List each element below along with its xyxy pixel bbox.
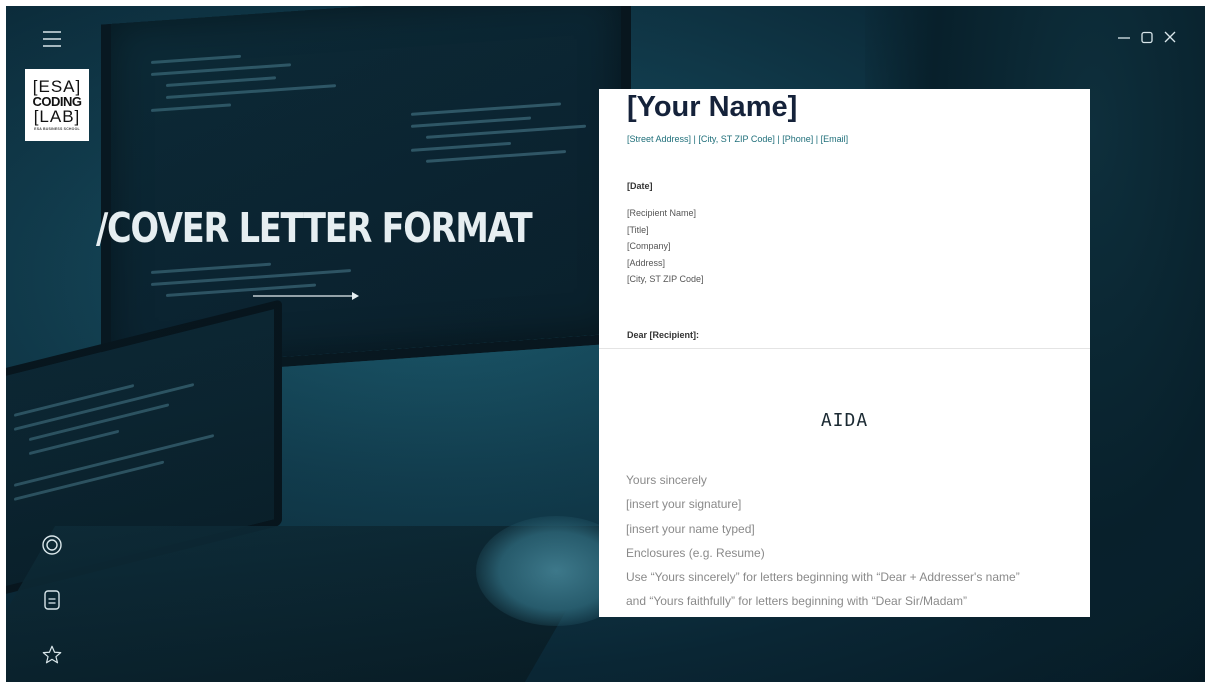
closing-line: and “Yours faithfully” for letters begin… (626, 594, 968, 609)
letter-divider (599, 348, 1090, 349)
recipient-name: [Recipient Name] (627, 208, 697, 218)
hamburger-menu-icon[interactable] (40, 28, 64, 50)
document-icon[interactable] (40, 588, 64, 612)
star-icon[interactable] (40, 643, 64, 667)
letter-salutation: Dear [Recipient]: (627, 330, 700, 340)
cover-letter-template: [Your Name] [Street Address] | [City, ST… (599, 89, 1090, 617)
slide-stage: [ESA] CODING [LAB] ESA BUSINESS SCHOOL /… (6, 6, 1205, 682)
page-title: /COVER LETTER FORMAT (96, 204, 533, 252)
recipient-city: [City, ST ZIP Code] (627, 274, 704, 284)
recipient-title: [Title] (627, 224, 649, 235)
recipient-company: [Company] (627, 241, 671, 251)
closing-line: [insert your name typed] (626, 521, 755, 536)
letter-recipient-block: [Recipient Name] [Title] [Company] [Addr… (627, 205, 704, 288)
close-icon[interactable] (1162, 29, 1178, 45)
target-icon[interactable] (40, 533, 64, 557)
letter-name: [Your Name] (627, 91, 798, 123)
arrow-right-icon (253, 289, 361, 307)
closing-line: Enclosures (e.g. Resume) (626, 545, 765, 560)
logo-line-esa: [ESA] (32, 77, 82, 97)
letter-date: [Date] (627, 181, 653, 191)
esa-coding-lab-logo: [ESA] CODING [LAB] ESA BUSINESS SCHOOL (25, 69, 89, 141)
letter-body-label: AIDA (820, 410, 869, 431)
maximize-icon[interactable] (1139, 29, 1155, 45)
logo-line-lab: [LAB] (33, 107, 81, 127)
minimize-icon[interactable] (1116, 29, 1132, 45)
closing-line: Use “Yours sincerely” for letters beginn… (626, 570, 1020, 585)
letter-contact-line: [Street Address] | [City, ST ZIP Code] |… (627, 134, 849, 144)
recipient-address: [Address] (627, 257, 666, 268)
closing-line: Yours sincerely (626, 473, 707, 487)
logo-line-school: ESA BUSINESS SCHOOL (34, 127, 80, 132)
closing-line: [insert your signature] (626, 497, 742, 512)
letter-closing-block: Yours sincerely [insert your signature] … (626, 468, 1020, 614)
